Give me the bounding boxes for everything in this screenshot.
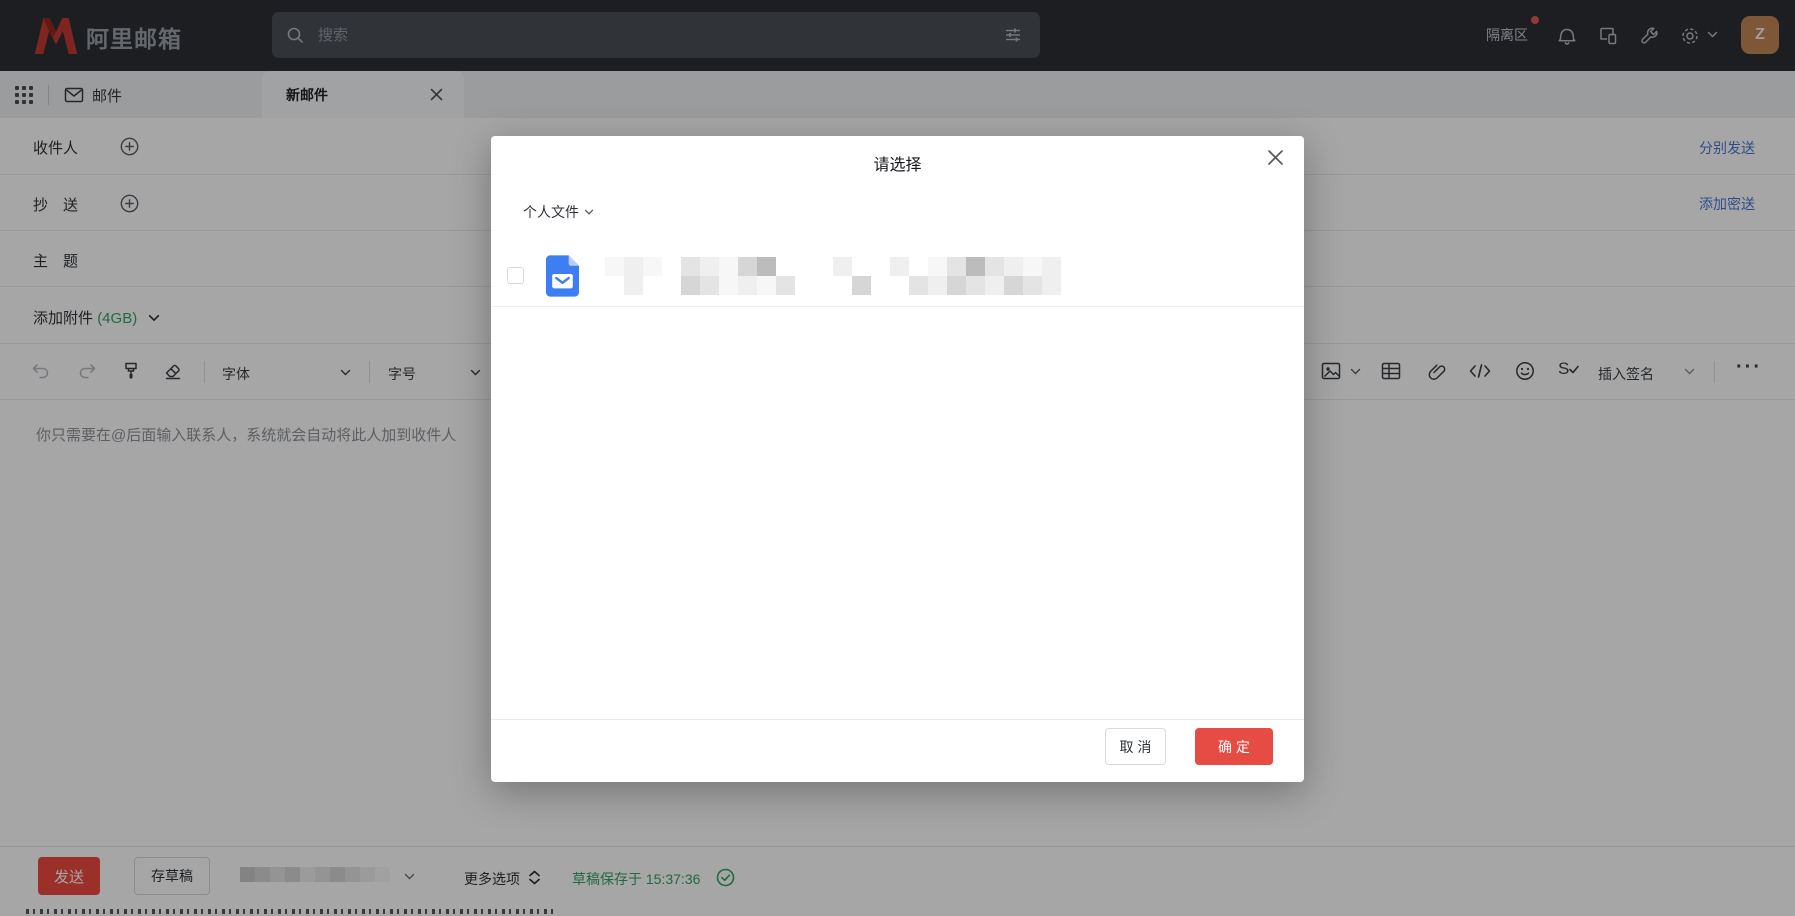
file-checkbox[interactable] (507, 267, 524, 284)
folder-chevron-down-icon (584, 209, 594, 216)
app-window: 阿里邮箱 隔离区 (0, 0, 1795, 916)
dialog-title: 请选择 (491, 151, 1304, 175)
eml-file-icon (546, 255, 579, 297)
folder-select-label: 个人文件 (523, 202, 579, 222)
dialog-close-icon[interactable] (1267, 149, 1284, 166)
confirm-button[interactable]: 确 定 (1195, 728, 1273, 765)
redacted-file-name (605, 257, 1061, 295)
cancel-button[interactable]: 取 消 (1105, 728, 1166, 765)
file-list-item[interactable] (491, 246, 1304, 307)
folder-select[interactable]: 个人文件 (523, 202, 594, 222)
dialog-footer-divider (491, 719, 1304, 720)
file-picker-dialog: 请选择 个人文件 取 消 确 定 (491, 136, 1304, 782)
